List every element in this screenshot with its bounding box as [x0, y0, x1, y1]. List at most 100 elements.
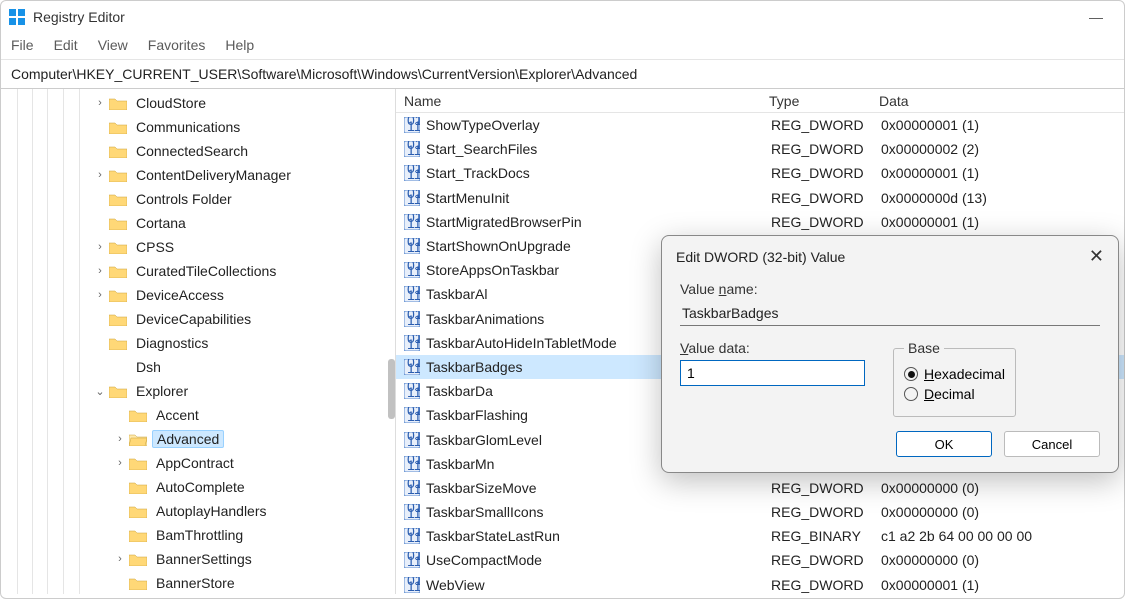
list-row[interactable]: UseCompactModeREG_DWORD0x00000000 (0)	[396, 548, 1124, 572]
menu-file[interactable]: File	[11, 37, 34, 53]
radio-dec[interactable]: Decimal	[904, 386, 1005, 402]
expand-icon[interactable]: ›	[113, 553, 127, 565]
column-header-name[interactable]: Name	[396, 93, 761, 109]
tree-item-label: DeviceCapabilities	[132, 310, 255, 328]
tree-item[interactable]: ›Advanced	[93, 427, 295, 451]
tree-item[interactable]: Diagnostics	[93, 331, 295, 355]
value-data-input[interactable]	[680, 360, 865, 386]
radio-icon	[904, 387, 918, 401]
dword-icon	[404, 238, 420, 254]
dword-icon	[404, 262, 420, 278]
dword-icon	[404, 407, 420, 423]
value-data: 0x0000000d (13)	[873, 190, 1124, 206]
folder-icon	[109, 96, 127, 110]
value-name: TaskbarSizeMove	[426, 480, 763, 496]
value-data: 0x00000000 (0)	[873, 552, 1124, 568]
folder-icon	[109, 240, 127, 254]
expand-icon[interactable]: ›	[93, 265, 107, 277]
expand-icon[interactable]: ›	[113, 457, 127, 469]
list-row[interactable]: Start_SearchFilesREG_DWORD0x00000002 (2)	[396, 137, 1124, 161]
tree-item[interactable]: › DeviceAccess	[93, 283, 295, 307]
folder-icon	[109, 288, 127, 302]
tree-item[interactable]: BannerStore	[93, 571, 295, 594]
expand-icon[interactable]: ›	[93, 97, 107, 109]
expand-icon[interactable]: ⌄	[93, 385, 107, 398]
tree-item[interactable]: ›CuratedTileCollections	[93, 259, 295, 283]
list-row[interactable]: TaskbarSmallIconsREG_DWORD0x00000000 (0)	[396, 500, 1124, 524]
tree-item-label: BannerStore	[152, 574, 239, 592]
list-row[interactable]: ShowTypeOverlayREG_DWORD0x00000001 (1)	[396, 113, 1124, 137]
dword-icon	[404, 504, 420, 520]
tree-item[interactable]: › BannerSettings	[93, 547, 295, 571]
tree-item-label: AppContract	[152, 454, 238, 472]
value-type: REG_DWORD	[763, 141, 873, 157]
value-name: Start_TrackDocs	[426, 165, 763, 181]
value-type: REG_DWORD	[763, 165, 873, 181]
tree-item[interactable]: ConnectedSearch	[93, 139, 295, 163]
cancel-button[interactable]: Cancel	[1004, 431, 1100, 457]
address-bar[interactable]: Computer\HKEY_CURRENT_USER\Software\Micr…	[1, 60, 1124, 89]
menu-bar: File Edit View Favorites Help	[1, 33, 1124, 60]
tree-item[interactable]: Cortana	[93, 211, 295, 235]
value-type: REG_BINARY	[763, 528, 873, 544]
expand-icon[interactable]: ›	[93, 169, 107, 181]
tree-item-label: Dsh	[132, 358, 165, 376]
radio-hex[interactable]: Hexadecimal	[904, 366, 1005, 382]
menu-view[interactable]: View	[98, 37, 128, 53]
expand-icon[interactable]: ›	[113, 433, 127, 445]
tree-item[interactable]: Communications	[93, 115, 295, 139]
dword-icon	[404, 359, 420, 375]
dword-icon	[404, 286, 420, 302]
dialog-title: Edit DWORD (32-bit) Value	[676, 249, 845, 265]
value-name-input[interactable]	[680, 301, 1100, 326]
list-row[interactable]: StartMigratedBrowserPinREG_DWORD0x000000…	[396, 210, 1124, 234]
menu-help[interactable]: Help	[225, 37, 254, 53]
tree-item[interactable]: AutoComplete	[93, 475, 295, 499]
column-header-data[interactable]: Data	[871, 93, 1124, 109]
tree-item-label: CPSS	[132, 238, 178, 256]
value-name: StartMenuInit	[426, 190, 763, 206]
tree-item[interactable]: BamThrottling	[93, 523, 295, 547]
tree-item-label: BannerSettings	[152, 550, 256, 568]
tree-item[interactable]: › AppContract	[93, 451, 295, 475]
list-header[interactable]: Name Type Data	[396, 89, 1124, 113]
tree-item[interactable]: DeviceCapabilities	[93, 307, 295, 331]
expand-icon[interactable]: ›	[93, 241, 107, 253]
tree-scrollbar-thumb[interactable]	[388, 359, 395, 419]
value-type: REG_DWORD	[763, 214, 873, 230]
tree-pane[interactable]: ›CloudStoreCommunicationsConnectedSearch…	[1, 89, 396, 594]
base-group: Base Hexadecimal Decimal	[893, 340, 1016, 417]
tree-item-label: DeviceAccess	[132, 286, 228, 304]
value-data: 0x00000000 (0)	[873, 480, 1124, 496]
list-row[interactable]: StartMenuInitREG_DWORD0x0000000d (13)	[396, 186, 1124, 210]
menu-favorites[interactable]: Favorites	[148, 37, 206, 53]
dword-icon	[404, 480, 420, 496]
tree-item[interactable]: AutoplayHandlers	[93, 499, 295, 523]
dword-icon	[404, 141, 420, 157]
expand-icon[interactable]: ›	[93, 289, 107, 301]
close-icon[interactable]: ✕	[1089, 246, 1104, 267]
folder-icon	[109, 312, 127, 326]
ok-button[interactable]: OK	[896, 431, 992, 457]
value-data: 0x00000001 (1)	[873, 117, 1124, 133]
tree-item[interactable]: ›ContentDeliveryManager	[93, 163, 295, 187]
column-header-type[interactable]: Type	[761, 93, 871, 109]
dword-icon	[404, 335, 420, 351]
tree-item[interactable]: › CPSS	[93, 235, 295, 259]
tree-item[interactable]: Dsh	[93, 355, 295, 379]
list-row[interactable]: TaskbarSizeMoveREG_DWORD0x00000000 (0)	[396, 476, 1124, 500]
edit-dword-dialog: Edit DWORD (32-bit) Value ✕ Value name: …	[661, 235, 1119, 473]
tree-item[interactable]: ›CloudStore	[93, 91, 295, 115]
menu-edit[interactable]: Edit	[54, 37, 78, 53]
tree-item[interactable]: Accent	[93, 403, 295, 427]
minimize-button[interactable]: —	[1076, 3, 1116, 31]
folder-icon	[109, 264, 127, 278]
list-row[interactable]: TaskbarStateLastRunREG_BINARYc1 a2 2b 64…	[396, 524, 1124, 548]
tree-item[interactable]: Controls Folder	[93, 187, 295, 211]
list-row[interactable]: Start_TrackDocsREG_DWORD0x00000001 (1)	[396, 161, 1124, 185]
value-name: ShowTypeOverlay	[426, 117, 763, 133]
tree-item[interactable]: ⌄Explorer	[93, 379, 295, 403]
list-row[interactable]: WebViewREG_DWORD0x00000001 (1)	[396, 573, 1124, 597]
folder-icon	[109, 120, 127, 134]
value-data: 0x00000001 (1)	[873, 165, 1124, 181]
